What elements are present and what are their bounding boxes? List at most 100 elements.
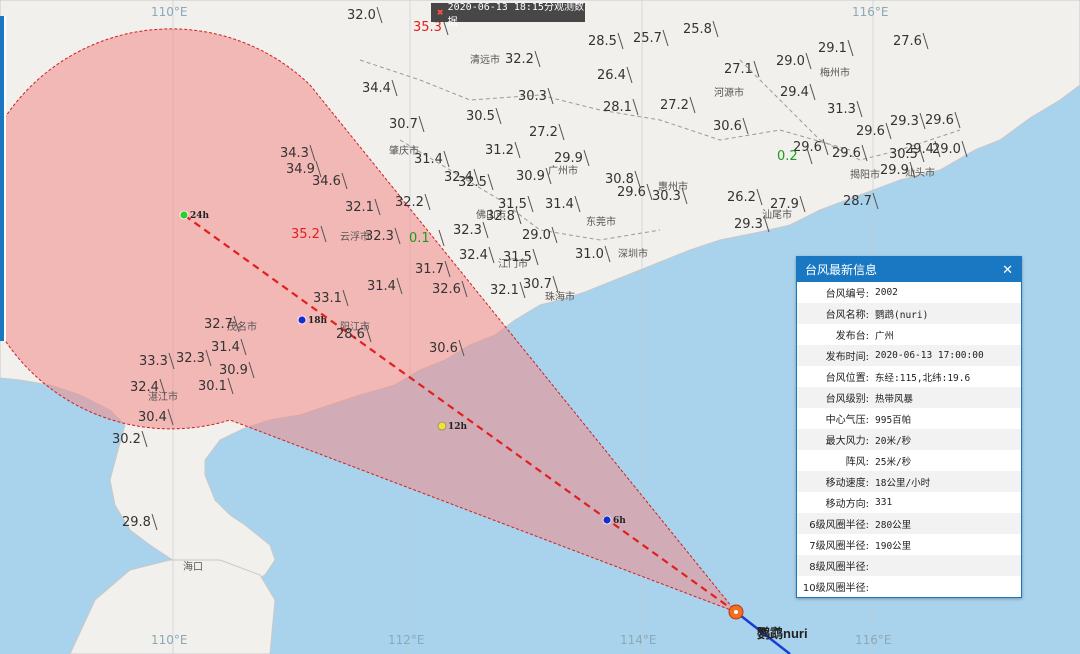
info-row-value: 2020-06-13 17:00:00 <box>875 350 984 361</box>
info-row-label: 10级风圈半径: <box>802 583 869 594</box>
observation-value: 30.7 <box>389 117 418 132</box>
info-row-value: 鹦鹉(nuri) <box>875 309 929 321</box>
info-row-value: 东经:115,北纬:19.6 <box>875 372 971 384</box>
info-row: 发布台: 广州 <box>797 324 1021 345</box>
observation-value: 29.3 <box>734 217 763 232</box>
observation-value: 30.2 <box>112 432 141 447</box>
observation-value: 27.2 <box>529 125 558 140</box>
observation-value: 31.4 <box>414 152 443 167</box>
info-row: 移动速度: 18公里/小时 <box>797 471 1021 492</box>
info-row: 6级风圈半径: 280公里 <box>797 513 1021 534</box>
observation-value: 32.2 <box>395 195 424 210</box>
info-row: 10级风圈半径: <box>797 576 1021 597</box>
observation-value: 29.6 <box>832 146 861 161</box>
info-row-label: 台风级别: <box>825 394 869 405</box>
close-icon[interactable]: ✖ <box>437 6 444 19</box>
observation-value: 30.9 <box>219 363 248 378</box>
info-row-label: 最大风力: <box>825 436 869 447</box>
observation-value: 32.6 <box>432 282 461 297</box>
observation-value: 34.6 <box>312 174 341 189</box>
observation-value: 27.1 <box>724 62 753 77</box>
observation-value: 29.6 <box>617 185 646 200</box>
info-row-label: 移动方向: <box>825 499 869 510</box>
info-row-value: 2002 <box>875 287 898 298</box>
info-row-label: 8级风圈半径: <box>809 562 869 573</box>
observation-value: 29.9 <box>554 151 583 166</box>
info-row: 中心气压: 995百帕 <box>797 408 1021 429</box>
observation-value: 30.6 <box>429 341 458 356</box>
observation-value: 32.5 <box>458 175 487 190</box>
observation-value: 0.1 <box>409 231 430 246</box>
city-label: 东莞市 <box>586 215 616 228</box>
info-row: 台风编号: 2002 <box>797 282 1021 303</box>
observation-value: 32.3 <box>365 229 394 244</box>
observation-value: 29.0 <box>522 228 551 243</box>
observation-value: 35.3 <box>413 20 442 35</box>
info-row: 7级风圈半径: 190公里 <box>797 534 1021 555</box>
info-row: 8级风圈半径: <box>797 555 1021 576</box>
observation-value: 32.1 <box>490 283 519 298</box>
observation-value: 30.3 <box>518 89 547 104</box>
observation-value: 32.8 <box>486 209 515 224</box>
observation-value: 29.4 <box>905 142 934 157</box>
observation-value: 32.1 <box>345 200 374 215</box>
info-row-value: 25米/秒 <box>875 456 912 468</box>
observation-value: 30.6 <box>713 119 742 134</box>
observation-value: 28.5 <box>588 34 617 49</box>
typhoon-icon[interactable] <box>728 604 744 620</box>
panel-header: 台风最新信息 ✕ <box>797 257 1021 282</box>
observation-value: 29.9 <box>880 163 909 178</box>
panel-title: 台风最新信息 <box>805 263 878 277</box>
forecast-point-18h <box>297 315 307 325</box>
info-row-label: 台风编号: <box>825 289 869 300</box>
city-label: 河源市 <box>714 86 744 99</box>
observation-value: 28.1 <box>603 100 632 115</box>
close-icon[interactable]: ✕ <box>1002 262 1013 278</box>
observation-value: 31.3 <box>827 102 856 117</box>
info-row: 发布时间: 2020-06-13 17:00:00 <box>797 345 1021 366</box>
observation-value: 28.7 <box>843 194 872 209</box>
info-row-value: 190公里 <box>875 540 912 552</box>
city-label: 梅州市 <box>820 66 850 79</box>
observation-value: 34.4 <box>362 81 391 96</box>
observation-value: 33.3 <box>139 354 168 369</box>
observation-value: 31.4 <box>545 197 574 212</box>
observation-time-text: 2020-06-13 18:15分观测数据 <box>447 1 584 28</box>
observation-value: 29.6 <box>925 113 954 128</box>
observation-value: 29.8 <box>122 515 151 530</box>
left-panel-edge-inner <box>4 16 6 341</box>
observation-time-bar[interactable]: ✖ 2020-06-13 18:15分观测数据 <box>431 2 585 28</box>
forecast-label-12h: 12h <box>448 422 468 432</box>
grid-label-top-110: 110°E <box>151 5 188 19</box>
info-row-value: 20米/秒 <box>875 435 912 447</box>
info-row-label: 台风名称: <box>825 310 869 321</box>
observation-value: 31.2 <box>485 143 514 158</box>
forecast-label-18h: 18h <box>308 316 328 326</box>
info-row-label: 中心气压: <box>825 415 869 426</box>
observation-value: 31.0 <box>575 247 604 262</box>
city-label: 汕头市 <box>905 166 935 179</box>
observation-value: 26.4 <box>597 68 626 83</box>
info-row-value: 280公里 <box>875 519 912 531</box>
observation-value: 32.2 <box>505 52 534 67</box>
forecast-point-12h <box>437 421 447 431</box>
info-row-label: 阵风: <box>845 457 869 468</box>
observation-value: 25.7 <box>633 31 662 46</box>
info-row-label: 台风位置: <box>825 373 869 384</box>
info-rows: 台风编号: 2002 台风名称: 鹦鹉(nuri) 发布台: 广州 发布时间: 2020-06… <box>797 282 1021 597</box>
observation-value: 27.9 <box>770 197 799 212</box>
observation-value: 29.0 <box>932 142 961 157</box>
observation-value: 30.4 <box>138 410 167 425</box>
wind-barb-icon <box>872 192 879 210</box>
info-row-value: 331 <box>875 497 893 508</box>
observation-value: 31.4 <box>211 340 240 355</box>
info-row: 台风级别: 热带风暴 <box>797 387 1021 408</box>
observation-value: 29.1 <box>818 41 847 56</box>
observation-value: 30.3 <box>652 189 681 204</box>
observation-value: 27.2 <box>660 98 689 113</box>
observation-value: 27.6 <box>893 34 922 49</box>
info-row-value: 热带风暴 <box>875 393 914 405</box>
info-row: 最大风力: 20米/秒 <box>797 429 1021 450</box>
observation-value: 35.2 <box>291 227 320 242</box>
grid-label-top-116: 116°E <box>852 5 889 19</box>
